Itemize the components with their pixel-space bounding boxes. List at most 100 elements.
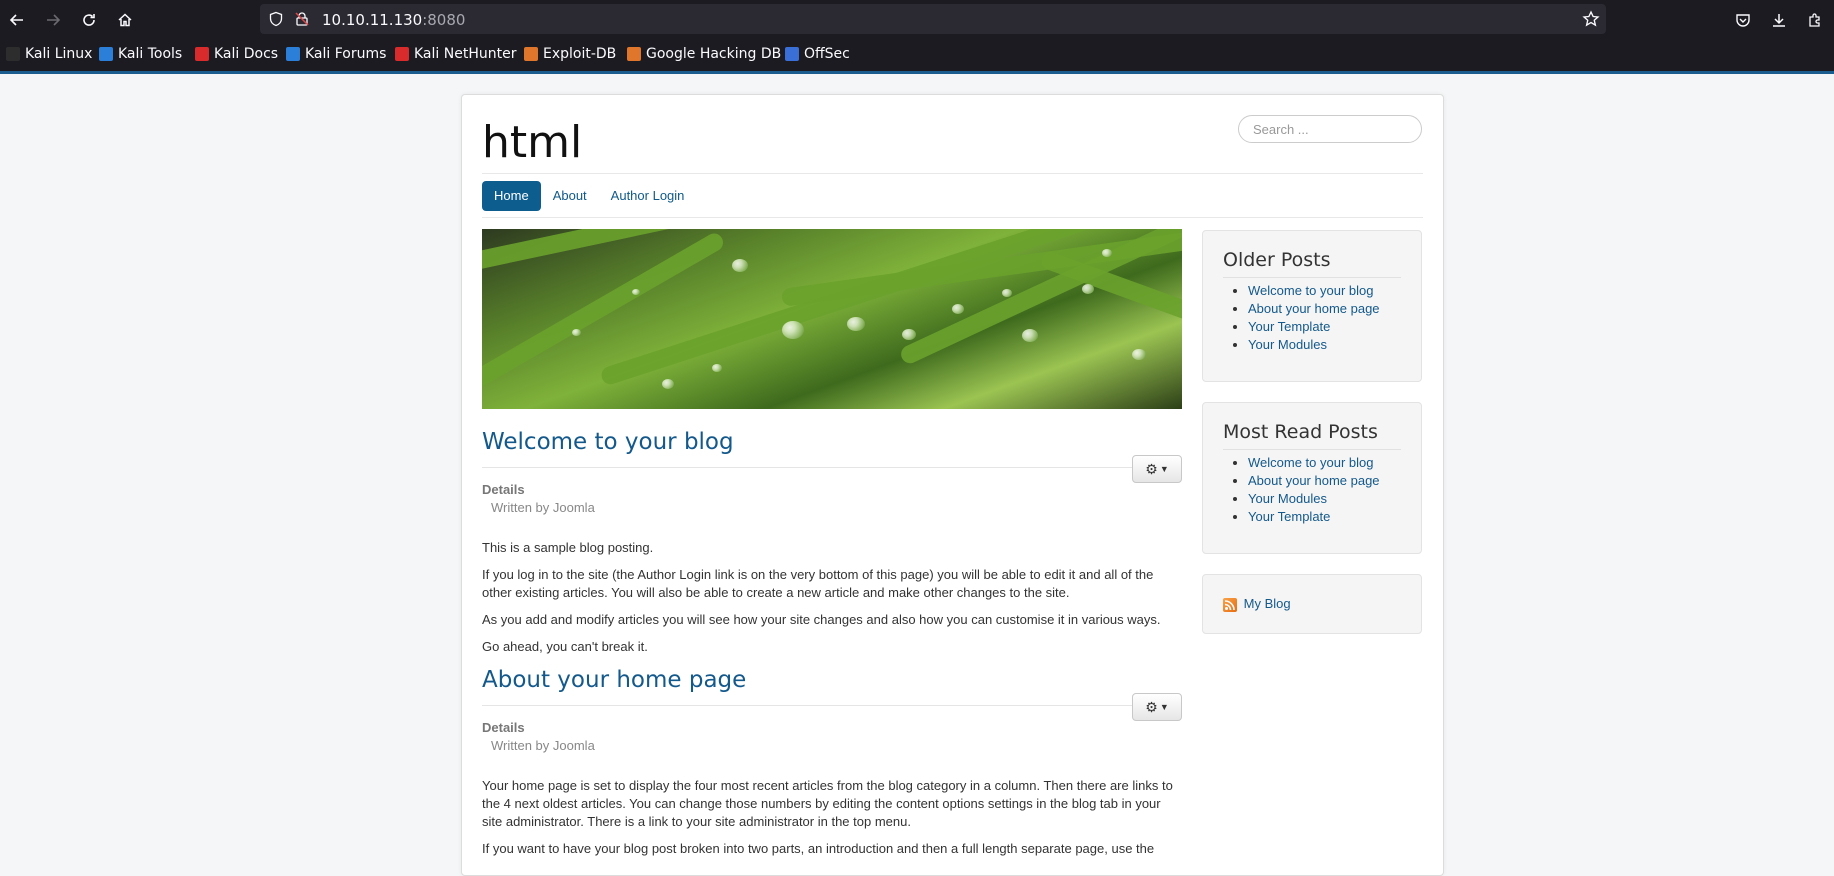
post-title-divider — [482, 467, 1182, 468]
bookmark-item[interactable]: Exploit-DB — [524, 46, 616, 62]
bookmark-item[interactable]: Google Hacking DB — [627, 46, 781, 62]
post-link[interactable]: Your Template — [1248, 319, 1330, 334]
module-title: Older Posts — [1223, 249, 1331, 271]
menu-item-home[interactable]: Home — [482, 181, 541, 211]
post-link[interactable]: Your Modules — [1248, 337, 1327, 352]
water-drop — [782, 321, 804, 339]
bookmark-item[interactable]: Kali Docs — [195, 46, 278, 62]
list-item: Your Template — [1248, 318, 1401, 336]
bookmark-item[interactable]: Kali Tools — [99, 46, 182, 62]
bookmark-item[interactable]: Kali Linux — [6, 46, 92, 62]
bookmark-item[interactable]: OffSec — [785, 46, 850, 62]
article-tools-button[interactable]: ⚙ ▼ — [1132, 455, 1182, 483]
details-label: Details — [482, 482, 525, 497]
bookmark-label: Kali Tools — [118, 46, 183, 62]
browser-chrome: 10.10.11.130:8080 Kali Linux Kali Tools Ka… — [0, 0, 1834, 74]
bookmark-label: Kali Forums — [305, 46, 387, 62]
url-bar[interactable]: 10.10.11.130:8080 — [260, 4, 1606, 34]
most-read-module: Most Read Posts Welcome to your blog Abou… — [1202, 402, 1422, 554]
details-label: Details — [482, 720, 525, 735]
extensions-button[interactable] — [1802, 8, 1828, 32]
page-load-indicator — [0, 71, 1834, 74]
post-paragraph: Go ahead, you can't break it. — [482, 639, 648, 654]
main-menu: Home About Author Login — [482, 181, 696, 211]
water-drop — [1022, 329, 1038, 342]
url-text[interactable]: 10.10.11.130:8080 — [322, 11, 465, 29]
module-divider — [1223, 277, 1401, 278]
bookmark-label: Google Hacking DB — [646, 46, 782, 62]
post-link[interactable]: About your home page — [1248, 473, 1380, 488]
bookmark-label: Kali Docs — [214, 46, 279, 62]
water-drop — [1102, 249, 1112, 257]
bookmark-favicon-icon — [99, 47, 113, 61]
pocket-button[interactable] — [1730, 8, 1756, 32]
shield-icon[interactable] — [268, 11, 284, 27]
bookmark-star-icon[interactable] — [1582, 10, 1600, 28]
arrow-left-icon — [9, 14, 23, 26]
site-title[interactable]: html — [482, 117, 582, 168]
pocket-icon — [1736, 14, 1750, 27]
rss-feed-icon[interactable] — [1223, 597, 1237, 612]
list-item: Your Modules — [1248, 336, 1401, 354]
caret-down-icon: ▼ — [1159, 464, 1169, 474]
menu-item-author-login[interactable]: Author Login — [599, 181, 697, 211]
reload-icon — [83, 14, 95, 26]
bookmark-label: Kali Linux — [25, 46, 93, 62]
blog-post: About your home page ⚙ ▼ Details Written… — [482, 667, 1182, 858]
bookmarks-toolbar: Kali Linux Kali Tools Kali Docs Kali Forums… — [0, 40, 1834, 68]
downloads-button[interactable] — [1766, 8, 1792, 32]
bookmark-favicon-icon — [627, 47, 641, 61]
post-link[interactable]: Welcome to your blog — [1248, 455, 1374, 470]
list-item: Welcome to your blog — [1248, 282, 1401, 300]
water-drop — [662, 379, 674, 389]
post-link[interactable]: About your home page — [1248, 301, 1380, 316]
list-item: About your home page — [1248, 472, 1401, 490]
article-tools-button[interactable]: ⚙ ▼ — [1132, 693, 1182, 721]
home-button[interactable] — [112, 8, 138, 32]
post-paragraph: If you want to have your blog post broke… — [482, 841, 1155, 856]
post-link[interactable]: Your Template — [1248, 509, 1330, 524]
blog-post: Welcome to your blog ⚙ ▼ Details Written… — [482, 429, 1182, 656]
header-divider — [482, 173, 1423, 174]
water-drop — [712, 364, 722, 372]
water-drop — [572, 329, 581, 336]
bookmark-favicon-icon — [785, 47, 799, 61]
reload-button[interactable] — [76, 8, 102, 32]
post-paragraph: As you add and modify articles you will … — [482, 612, 1161, 627]
menu-item-about[interactable]: About — [541, 181, 599, 211]
bookmark-favicon-icon — [524, 47, 538, 61]
menu-divider — [482, 217, 1423, 218]
url-port: :8080 — [422, 11, 466, 29]
bookmark-item[interactable]: Kali Forums — [286, 46, 386, 62]
feed-link[interactable]: My Blog — [1244, 596, 1291, 611]
insecure-lock-icon[interactable] — [294, 11, 310, 27]
post-author: Written by Joomla — [491, 500, 595, 515]
water-drop — [952, 304, 964, 314]
post-link[interactable]: Welcome to your blog — [1248, 283, 1374, 298]
older-posts-module: Older Posts Welcome to your blog About yo… — [1202, 230, 1422, 382]
module-divider — [1223, 449, 1401, 450]
post-paragraph: This is a sample blog posting. — [482, 540, 654, 555]
header-banner-image — [482, 229, 1182, 409]
water-drop — [847, 317, 865, 331]
post-author: Written by Joomla — [491, 738, 595, 753]
bookmark-label: Kali NetHunter — [414, 46, 517, 62]
bookmark-favicon-icon — [395, 47, 409, 61]
water-drop — [1082, 284, 1094, 294]
search-input[interactable] — [1238, 115, 1422, 143]
older-posts-list: Welcome to your blog About your home page… — [1223, 282, 1401, 354]
post-paragraph: Your home page is set to display the fou… — [482, 778, 1173, 829]
home-icon — [118, 13, 132, 27]
post-title[interactable]: About your home page — [482, 667, 1182, 693]
gear-icon: ⚙ — [1145, 460, 1158, 477]
back-button[interactable] — [4, 8, 30, 32]
most-read-list: Welcome to your blog About your home page… — [1223, 454, 1401, 526]
bookmark-favicon-icon — [6, 47, 20, 61]
post-title[interactable]: Welcome to your blog — [482, 429, 1182, 455]
bookmark-label: OffSec — [804, 46, 850, 62]
post-link[interactable]: Your Modules — [1248, 491, 1327, 506]
bookmark-item[interactable]: Kali NetHunter — [395, 46, 516, 62]
forward-button[interactable] — [40, 8, 66, 32]
page-container: html HomeAboutAuthor Login Welcome to yo… — [461, 94, 1444, 876]
puzzle-icon — [1809, 13, 1820, 27]
